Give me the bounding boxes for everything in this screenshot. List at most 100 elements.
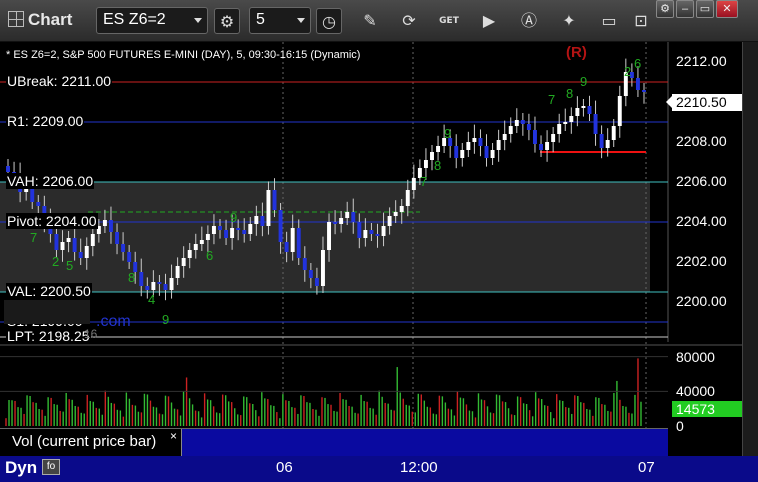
- level-label: R1: 2209.00: [6, 113, 85, 129]
- candle-body: [272, 190, 277, 210]
- candle-body: [254, 216, 259, 224]
- candle-body: [496, 140, 501, 150]
- candle-body: [526, 124, 531, 130]
- candle-body: [333, 222, 338, 224]
- candle-body: [308, 270, 313, 278]
- level-label: VAH: 2206.00: [6, 173, 95, 189]
- lock-icon[interactable]: ⊡: [628, 8, 654, 34]
- settings-icon[interactable]: ⚙: [214, 8, 240, 34]
- td-count-label: 2: [624, 64, 631, 79]
- maximize-icon[interactable]: ▭: [696, 0, 714, 18]
- chevron-down-icon[interactable]: [297, 18, 305, 23]
- candle-body: [163, 284, 168, 290]
- value-area-band: [0, 182, 650, 292]
- candle-body: [6, 166, 10, 172]
- td-count-label: 9: [444, 126, 451, 141]
- candle-body: [514, 120, 519, 126]
- td-count-label: 8: [434, 158, 441, 173]
- close-icon[interactable]: ✕: [716, 0, 738, 18]
- candle-body: [327, 222, 331, 250]
- order-icon[interactable]: GET: [436, 8, 462, 34]
- candle-body: [593, 114, 598, 134]
- candle-body: [490, 150, 495, 158]
- td-count-label: 7: [30, 230, 37, 245]
- candle-body: [635, 78, 640, 90]
- refresh-icon[interactable]: ⟳: [396, 8, 422, 34]
- interval-select[interactable]: 5: [249, 7, 311, 34]
- candle-body: [302, 258, 307, 270]
- candle-body: [605, 140, 610, 148]
- watermark-number: 16: [84, 327, 98, 341]
- interval-value: 5: [256, 11, 265, 28]
- level-label: VAL: 2200.50: [6, 283, 92, 299]
- y-tick-label: 2206.00: [676, 173, 727, 189]
- symbol-value: ES Z6=2: [103, 11, 166, 28]
- x-tick-07: 07: [638, 459, 655, 476]
- td-count-label: 4: [148, 292, 155, 307]
- candle-body: [502, 134, 507, 140]
- candle-body: [351, 212, 356, 222]
- pencil-icon[interactable]: ✎: [357, 8, 383, 34]
- candle-body: [321, 250, 325, 286]
- candle-body: [145, 286, 150, 290]
- price-chart[interactable]: 72 5849697897 8926: [0, 42, 742, 456]
- candle-body: [175, 266, 180, 278]
- tools-icon[interactable]: ✦: [556, 8, 582, 34]
- minimize-icon[interactable]: –: [676, 0, 694, 18]
- td-count-label: 8: [566, 86, 573, 101]
- candle-body: [102, 220, 107, 226]
- chevron-down-icon[interactable]: [194, 18, 202, 23]
- candle-body: [121, 244, 126, 252]
- message-icon[interactable]: ▭: [596, 8, 622, 34]
- candle-body: [611, 126, 616, 140]
- candle-body: [581, 106, 586, 108]
- candle-body: [478, 138, 483, 146]
- volume-tick-label: 0: [676, 418, 684, 434]
- candle-body: [411, 178, 416, 190]
- candle-body: [127, 252, 132, 262]
- td-count-label: 6: [634, 56, 641, 71]
- candle-body: [520, 120, 525, 124]
- candle-body: [36, 202, 41, 206]
- candle-body: [218, 226, 222, 230]
- td-count-label: 8: [128, 270, 135, 285]
- candle-body: [266, 190, 271, 226]
- candle-body: [460, 150, 465, 158]
- footer-icon[interactable]: fo: [42, 459, 60, 475]
- candle-body: [436, 146, 441, 152]
- candle-body: [369, 230, 374, 234]
- window-settings-icon[interactable]: ⚙: [656, 0, 674, 18]
- analysis-icon[interactable]: Ⓐ: [516, 8, 542, 34]
- symbol-input[interactable]: ES Z6=2: [96, 7, 208, 34]
- candle-body: [248, 224, 253, 234]
- candle-body: [211, 226, 216, 234]
- candle-body: [284, 242, 289, 252]
- clock-icon[interactable]: ◷: [316, 8, 342, 34]
- y-tick-label: 2204.00: [676, 213, 727, 229]
- x-tick-1200: 12:00: [400, 459, 438, 476]
- play-icon[interactable]: ▶: [476, 8, 502, 34]
- candle-body: [84, 246, 89, 258]
- volume-study-label[interactable]: Vol (current price bar): [0, 429, 182, 456]
- volume-close-icon[interactable]: ×: [170, 429, 177, 443]
- candle-body: [187, 250, 192, 258]
- level-label: Pivot: 2204.00: [6, 213, 98, 229]
- candle-body: [242, 230, 247, 234]
- candle-body: [387, 216, 392, 226]
- y-tick-label: 2208.00: [676, 133, 727, 149]
- td-count-label: 9: [230, 210, 237, 225]
- candle-body: [278, 210, 283, 242]
- candle-body: [193, 244, 198, 250]
- volume-tick-label: 40000: [676, 383, 715, 400]
- candle-body: [66, 238, 71, 242]
- time-axis[interactable]: Dyn fo 06 12:00 07: [0, 456, 758, 482]
- candle-body: [642, 90, 646, 92]
- right-scroll-strip[interactable]: [742, 42, 758, 456]
- chart-description: * ES Z6=2, S&P 500 FUTURES E-MINI (DAY),…: [6, 49, 361, 61]
- candle-body: [545, 142, 550, 150]
- candle-body: [339, 218, 344, 224]
- ghost-box: [4, 300, 90, 324]
- candle-body: [484, 146, 489, 158]
- td-count-label: 7: [548, 92, 555, 107]
- volume-current-tag: 14573: [672, 401, 742, 417]
